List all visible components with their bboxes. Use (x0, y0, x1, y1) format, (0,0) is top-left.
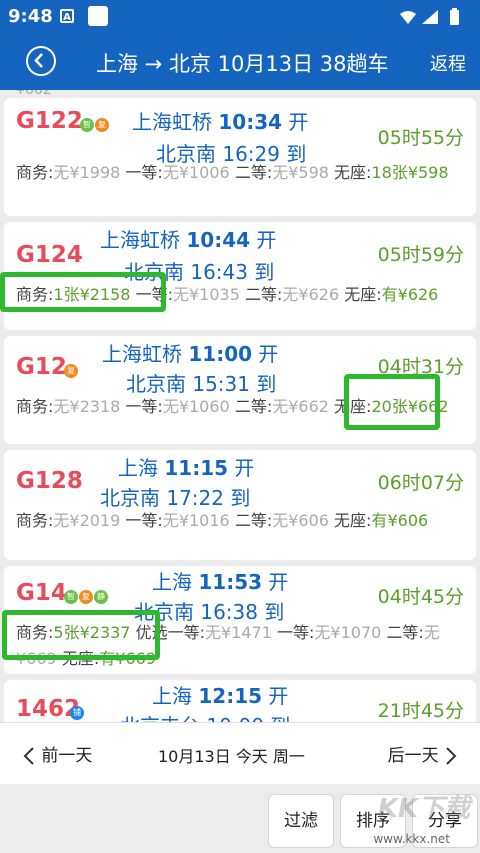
train-number: G122 (16, 108, 83, 134)
train-badges: 复 (64, 364, 78, 378)
duration: 05时59分 (377, 244, 464, 266)
chevron-left-icon (23, 747, 34, 765)
filter-button[interactable]: 过滤 (268, 794, 334, 848)
departure: 上海 11:15 开 (118, 456, 255, 480)
badge-smart-icon: 智 (64, 590, 78, 604)
watermark-logo: KK下载 (377, 794, 470, 824)
train-badges: 智 复 静 (64, 590, 108, 604)
notification-a-icon: A (60, 9, 74, 23)
arrival: 北京南 15:31 到 (126, 372, 277, 396)
back-button[interactable] (26, 46, 56, 76)
duration: 05时55分 (377, 127, 464, 149)
train-number: G128 (16, 468, 83, 494)
notification-square-icon (88, 6, 108, 26)
badge-fuxing-icon: 复 (64, 364, 78, 378)
badge-sleeper-icon: 铺 (70, 706, 84, 720)
app-bar: 上海 → 北京 10月13日 38趟车 返程 (0, 34, 480, 90)
chevron-left-icon (34, 53, 43, 68)
duration: 06时07分 (377, 472, 464, 494)
badge-smart-icon: 智 (80, 118, 94, 132)
action-bar: 过滤 排序 分享 KK下载 www.kkx.net (0, 784, 480, 853)
train-card[interactable]: G122 智 复 上海虹桥 10:34 开 北京南 16:29 到 05时55分… (4, 98, 476, 216)
chevron-right-icon (446, 747, 457, 765)
prev-day-button[interactable]: 前一天 (22, 741, 92, 766)
departure: 上海虹桥 10:34 开 (132, 110, 309, 134)
previous-item-tail: ¥662 (16, 90, 52, 98)
departure: 上海虹桥 11:00 开 (102, 342, 279, 366)
status-bar: 9:48 A (0, 0, 480, 34)
train-number: G124 (16, 242, 83, 268)
departure: 上海 12:15 开 (152, 684, 289, 708)
train-number: G12 (16, 354, 67, 380)
train-badges: 智 复 (80, 118, 109, 132)
return-trip-button[interactable]: 返程 (430, 50, 466, 76)
train-card[interactable]: G128 上海 11:15 开 北京南 17:22 到 06时07分 商务:无¥… (4, 450, 476, 560)
departure: 上海虹桥 10:44 开 (100, 228, 277, 252)
badge-fuxing-icon: 复 (79, 590, 93, 604)
status-time: 9:48 (8, 6, 53, 27)
seat-prices: 商务:无¥2019 一等:无¥1016 二等:无¥606 无座:有¥606 (16, 511, 429, 530)
signal-wifi-battery-icon (400, 8, 459, 25)
arrival: 北京丰台 10:00 到 (120, 710, 290, 722)
departure: 上海 11:53 开 (152, 570, 289, 594)
badge-fuxing-icon: 复 (95, 118, 109, 132)
train-card[interactable]: 1462 铺 上海 12:15 开 北京丰台 10:00 到 21时45分 (4, 680, 476, 722)
highlight-box (344, 374, 440, 430)
train-list[interactable]: ¥662 G122 智 复 上海虹桥 10:34 开 北京南 16:29 到 0… (0, 90, 480, 722)
seat-prices: 商务:无¥1998 一等:无¥1006 二等:无¥598 无座:18张¥598 (16, 163, 449, 182)
arrival: 北京南 17:22 到 (100, 486, 251, 510)
duration: 04时45分 (377, 586, 464, 608)
badge-quiet-icon: 静 (94, 590, 108, 604)
highlight-box (2, 610, 160, 660)
highlight-box (0, 272, 166, 312)
page-title: 上海 → 北京 10月13日 38趟车 (96, 52, 389, 76)
train-number: G14 (16, 580, 67, 606)
duration: 21时45分 (377, 700, 464, 722)
current-date[interactable]: 10月13日 今天 周一 (158, 743, 305, 767)
train-badges: 铺 (70, 706, 84, 720)
watermark-url: www.kkx.net (373, 832, 450, 846)
date-navigation: 前一天 10月13日 今天 周一 后一天 (0, 722, 480, 785)
next-day-button[interactable]: 后一天 (388, 741, 458, 766)
